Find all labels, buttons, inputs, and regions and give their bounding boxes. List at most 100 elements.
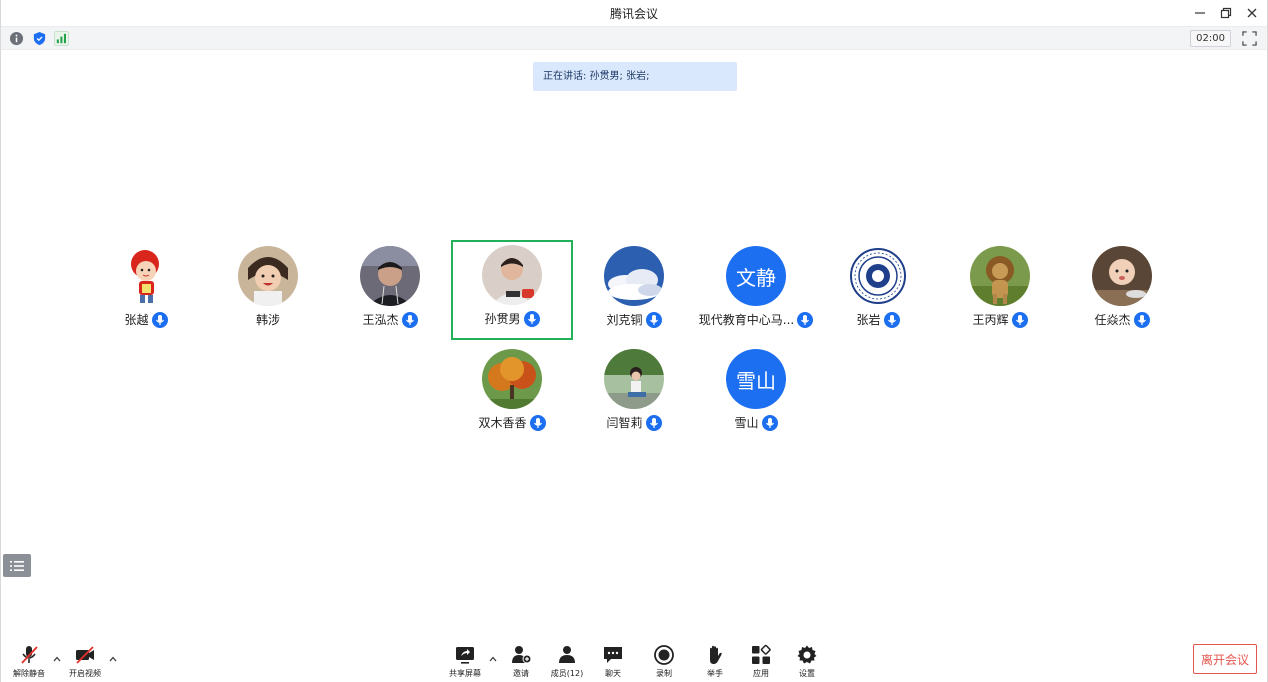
leave-meeting-button[interactable]: 离开会议 [1193,644,1257,674]
participant-name: 雪山 [734,416,759,430]
mic-on-icon [883,311,900,328]
members-icon [559,646,575,663]
side-list-toggle-button[interactable] [3,554,31,577]
start-video-button[interactable]: 开启视频 [62,644,108,679]
avatar [482,349,542,409]
mic-on-icon [645,311,662,328]
participant-tile[interactable]: 张岩 [817,241,939,341]
participant-tile[interactable]: 文静 现代教育中心马... [695,241,817,341]
participant-tile[interactable]: 王泓杰 [329,241,451,341]
meeting-timer: 02:00 [1190,30,1231,47]
members-label: 成员(12) [550,669,584,678]
security-shield-icon[interactable] [32,31,47,46]
speaking-text: 正在讲话: 孙贯男; 张岩; [543,71,650,82]
chat-button[interactable]: 聊天 [590,644,636,679]
chevron-up-icon[interactable] [52,654,62,664]
restore-button[interactable] [1215,3,1237,23]
avatar [1092,246,1152,306]
chat-bubble-icon [604,647,622,663]
share-screen-icon [456,647,474,664]
participant-tile[interactable]: 闫智莉 [573,344,695,444]
list-icon [10,560,24,571]
man-photo-avatar-icon [482,245,542,305]
raise-hand-label: 举手 [707,669,723,678]
unmute-label: 解除静音 [13,669,45,678]
camera-off-icon [76,646,94,664]
man-photo-avatar-icon [360,246,420,306]
autumn-tree-avatar-icon [482,349,542,409]
participant-name: 刘克铜 [606,313,643,327]
avatar [970,246,1030,306]
avatar-text: 文静 [726,246,786,306]
mic-on-icon [645,414,662,431]
mic-on-icon [401,311,418,328]
participant-name: 韩涉 [255,313,280,327]
raise-hand-icon [710,645,722,664]
participant-tile[interactable]: 双木香香 [451,344,573,444]
close-icon [1247,8,1257,18]
participant-tile[interactable]: 刘克铜 [573,241,695,341]
participant-name: 双木香香 [478,416,527,430]
participant-name: 张岩 [856,313,881,327]
cartoon-girl-avatar-icon [116,246,176,306]
fullscreen-icon[interactable] [1242,31,1257,46]
invite-button[interactable]: 邀请 [498,644,544,679]
participant-name: 孙贯男 [484,312,521,326]
avatar [604,246,664,306]
share-screen-label: 共享屏幕 [449,669,481,678]
meeting-window: 腾讯会议 02:00 正在讲话: 孙贯男; 张岩; 张越 韩涉 王泓杰 孙贯男 … [0,0,1268,682]
mic-muted-icon [21,646,38,664]
chevron-up-icon[interactable] [488,654,498,664]
participant-tile-active-speaker[interactable]: 孙贯男 [451,240,573,340]
settings-button[interactable]: 设置 [784,644,830,679]
close-button[interactable] [1241,3,1263,23]
raise-hand-button[interactable]: 举手 [692,644,738,679]
university-seal-avatar-icon [848,246,908,306]
unmute-button[interactable]: 解除静音 [6,644,52,679]
participant-tile[interactable]: 任焱杰 [1061,241,1183,341]
mic-on-icon [1011,311,1028,328]
members-button[interactable]: 成员(12) [544,644,590,679]
signal-strength-icon[interactable] [54,31,69,46]
settings-label: 设置 [799,669,815,678]
sky-clouds-avatar-icon [604,246,664,306]
avatar [116,246,176,306]
baby-photo-avatar-icon [1092,246,1152,306]
start-video-label: 开启视频 [69,669,101,678]
avatar [482,245,542,305]
avatar [238,246,298,306]
chevron-up-icon[interactable] [108,654,118,664]
avatar [848,246,908,306]
record-icon [654,645,674,665]
participant-tile[interactable]: 韩涉 [207,241,329,341]
lion-avatar-icon [970,246,1030,306]
participant-name: 现代教育中心马... [698,313,795,327]
avatar [604,349,664,409]
restore-icon [1220,7,1232,19]
participant-tile[interactable]: 张越 [85,241,207,341]
title-bar: 腾讯会议 [1,0,1267,26]
participant-name: 王泓杰 [362,313,399,327]
speaking-banner: 正在讲话: 孙贯男; 张岩; [533,62,737,91]
share-screen-button[interactable]: 共享屏幕 [442,644,488,679]
mic-on-icon [529,414,546,431]
gear-icon [797,645,817,664]
status-bar: 02:00 [1,26,1267,50]
avatar [360,246,420,306]
apps-label: 应用 [753,669,769,678]
participant-tile[interactable]: 雪山 雪山 [695,344,817,444]
meeting-toolbar: 解除静音 开启视频 共享屏幕 邀请 成员(12) 聊天 录制 举手 应用 设置 … [1,640,1267,682]
record-button[interactable]: 录制 [641,644,687,679]
mic-on-icon [151,311,168,328]
mic-on-icon [1133,311,1150,328]
invite-user-icon [512,646,532,664]
participant-tile[interactable]: 王丙辉 [939,241,1061,341]
participant-name: 任焱杰 [1094,313,1131,327]
minimize-button[interactable] [1189,3,1211,23]
invite-label: 邀请 [513,669,529,678]
window-title: 腾讯会议 [609,7,658,21]
info-icon[interactable] [9,31,24,46]
participant-name: 王丙辉 [972,313,1009,327]
minimize-icon [1195,12,1205,14]
apps-button[interactable]: 应用 [738,644,784,679]
